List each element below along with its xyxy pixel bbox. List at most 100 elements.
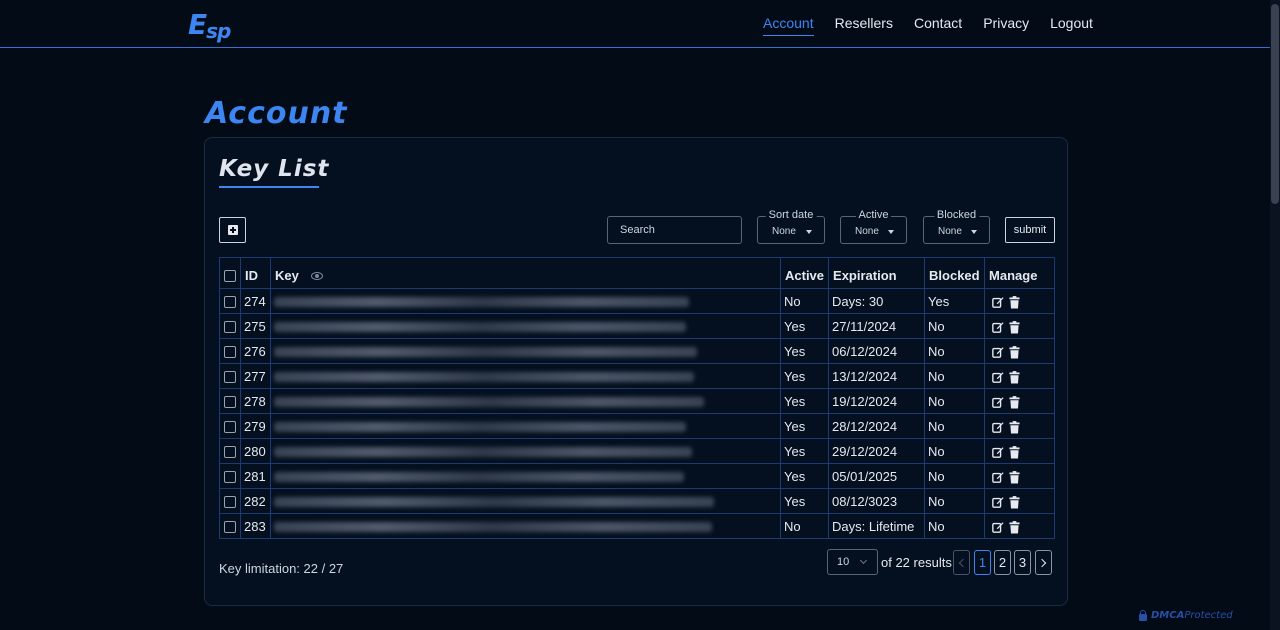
page-scrollbar[interactable] — [1270, 0, 1280, 630]
row-key — [270, 438, 781, 464]
row-checkbox[interactable] — [224, 296, 236, 309]
row-blocked: No — [924, 388, 986, 414]
chevron-right-icon — [1037, 558, 1047, 567]
key-limitation: Key limitation: 22 / 27 — [219, 561, 344, 576]
dmca-badge[interactable]: DMCA Protected — [1139, 609, 1233, 621]
row-checkbox[interactable] — [224, 396, 236, 409]
row-select-cell — [219, 388, 241, 414]
blurred-key — [274, 447, 692, 458]
col-blocked[interactable]: Blocked — [924, 257, 986, 289]
edit-icon[interactable] — [992, 321, 1004, 333]
row-expiration: 13/12/2024 — [828, 363, 926, 389]
brand-logo[interactable]: Esp — [188, 8, 231, 43]
row-select-cell — [219, 363, 241, 389]
row-blocked: No — [924, 413, 986, 439]
row-id: 278 — [240, 388, 271, 414]
trash-icon[interactable] — [1009, 295, 1020, 309]
row-checkbox[interactable] — [224, 496, 236, 509]
col-manage: Manage — [984, 257, 1055, 289]
chevron-down-icon — [859, 556, 868, 565]
row-select-cell — [219, 438, 241, 464]
page-2-button[interactable]: 2 — [994, 550, 1011, 575]
scrollbar-thumb[interactable] — [1271, 4, 1279, 204]
edit-icon[interactable] — [992, 471, 1004, 483]
trash-icon[interactable] — [1009, 395, 1020, 409]
row-blocked: No — [924, 363, 986, 389]
row-checkbox[interactable] — [224, 421, 236, 434]
edit-icon[interactable] — [992, 496, 1004, 508]
blocked-select[interactable]: Blocked None — [923, 209, 990, 244]
col-expiration[interactable]: Expiration — [828, 257, 926, 289]
row-id: 276 — [240, 338, 271, 364]
sort-date-select[interactable]: Sort date None — [757, 209, 825, 244]
row-blocked: No — [924, 438, 986, 464]
row-blocked: No — [924, 488, 986, 514]
add-key-button[interactable] — [219, 217, 246, 243]
edit-icon[interactable] — [992, 371, 1004, 383]
table-row: 276 Yes 06/12/2024 No — [219, 338, 1055, 364]
trash-icon[interactable] — [1009, 370, 1020, 384]
trash-icon[interactable] — [1009, 495, 1020, 509]
nav-contact[interactable]: Contact — [914, 15, 962, 36]
submit-button[interactable]: submit — [1005, 217, 1055, 243]
trash-icon[interactable] — [1009, 420, 1020, 434]
row-checkbox[interactable] — [224, 346, 236, 359]
edit-icon[interactable] — [992, 421, 1004, 433]
edit-icon[interactable] — [992, 521, 1004, 533]
edit-icon[interactable] — [992, 346, 1004, 358]
main-nav: Account Resellers Contact Privacy Logout — [763, 15, 1114, 36]
row-checkbox[interactable] — [224, 471, 236, 484]
lock-icon — [1139, 609, 1147, 621]
trash-icon[interactable] — [1009, 320, 1020, 334]
row-checkbox[interactable] — [224, 321, 236, 334]
row-manage — [984, 488, 1055, 514]
row-manage — [984, 513, 1055, 539]
next-page-button[interactable] — [1035, 550, 1052, 575]
caret-down-icon — [806, 230, 812, 234]
row-key — [270, 513, 781, 539]
plus-square-icon — [227, 225, 238, 235]
col-id[interactable]: ID — [240, 257, 271, 289]
page-size-select[interactable]: 10 — [827, 549, 878, 575]
row-id: 281 — [240, 463, 271, 489]
trash-icon[interactable] — [1009, 445, 1020, 459]
row-checkbox[interactable] — [224, 521, 236, 534]
top-navbar: Esp Account Resellers Contact Privacy Lo… — [0, 0, 1270, 48]
page-3-button[interactable]: 3 — [1014, 550, 1031, 575]
edit-icon[interactable] — [992, 446, 1004, 458]
row-select-cell — [219, 338, 241, 364]
row-select-cell — [219, 513, 241, 539]
col-key[interactable]: Key — [270, 257, 781, 289]
col-active[interactable]: Active — [779, 257, 830, 289]
edit-icon[interactable] — [992, 296, 1004, 308]
edit-icon[interactable] — [992, 396, 1004, 408]
eye-icon[interactable] — [310, 272, 323, 281]
blocked-value: None — [938, 226, 962, 237]
prev-page-button[interactable] — [953, 550, 970, 575]
row-blocked: No — [924, 513, 986, 539]
sort-date-label: Sort date — [765, 209, 817, 221]
blurred-key — [274, 522, 712, 533]
nav-logout[interactable]: Logout — [1050, 15, 1093, 36]
search-input[interactable] — [607, 216, 742, 244]
nav-privacy[interactable]: Privacy — [983, 15, 1029, 36]
nav-resellers[interactable]: Resellers — [835, 15, 893, 36]
trash-icon[interactable] — [1009, 520, 1020, 534]
row-checkbox[interactable] — [224, 371, 236, 384]
select-all-checkbox[interactable] — [224, 270, 236, 283]
row-manage — [984, 463, 1055, 489]
nav-account[interactable]: Account — [763, 15, 814, 36]
row-manage — [984, 413, 1055, 439]
row-blocked: No — [924, 463, 986, 489]
row-checkbox[interactable] — [224, 446, 236, 459]
row-manage — [984, 313, 1055, 339]
trash-icon[interactable] — [1009, 470, 1020, 484]
row-expiration: 28/12/2024 — [828, 413, 926, 439]
row-expiration: 06/12/2024 — [828, 338, 926, 364]
row-active: Yes — [779, 488, 830, 514]
trash-icon[interactable] — [1009, 345, 1020, 359]
active-select[interactable]: Active None — [840, 209, 907, 244]
page-1-button[interactable]: 1 — [974, 550, 991, 575]
blurred-key — [274, 297, 689, 308]
blurred-key — [274, 472, 684, 483]
